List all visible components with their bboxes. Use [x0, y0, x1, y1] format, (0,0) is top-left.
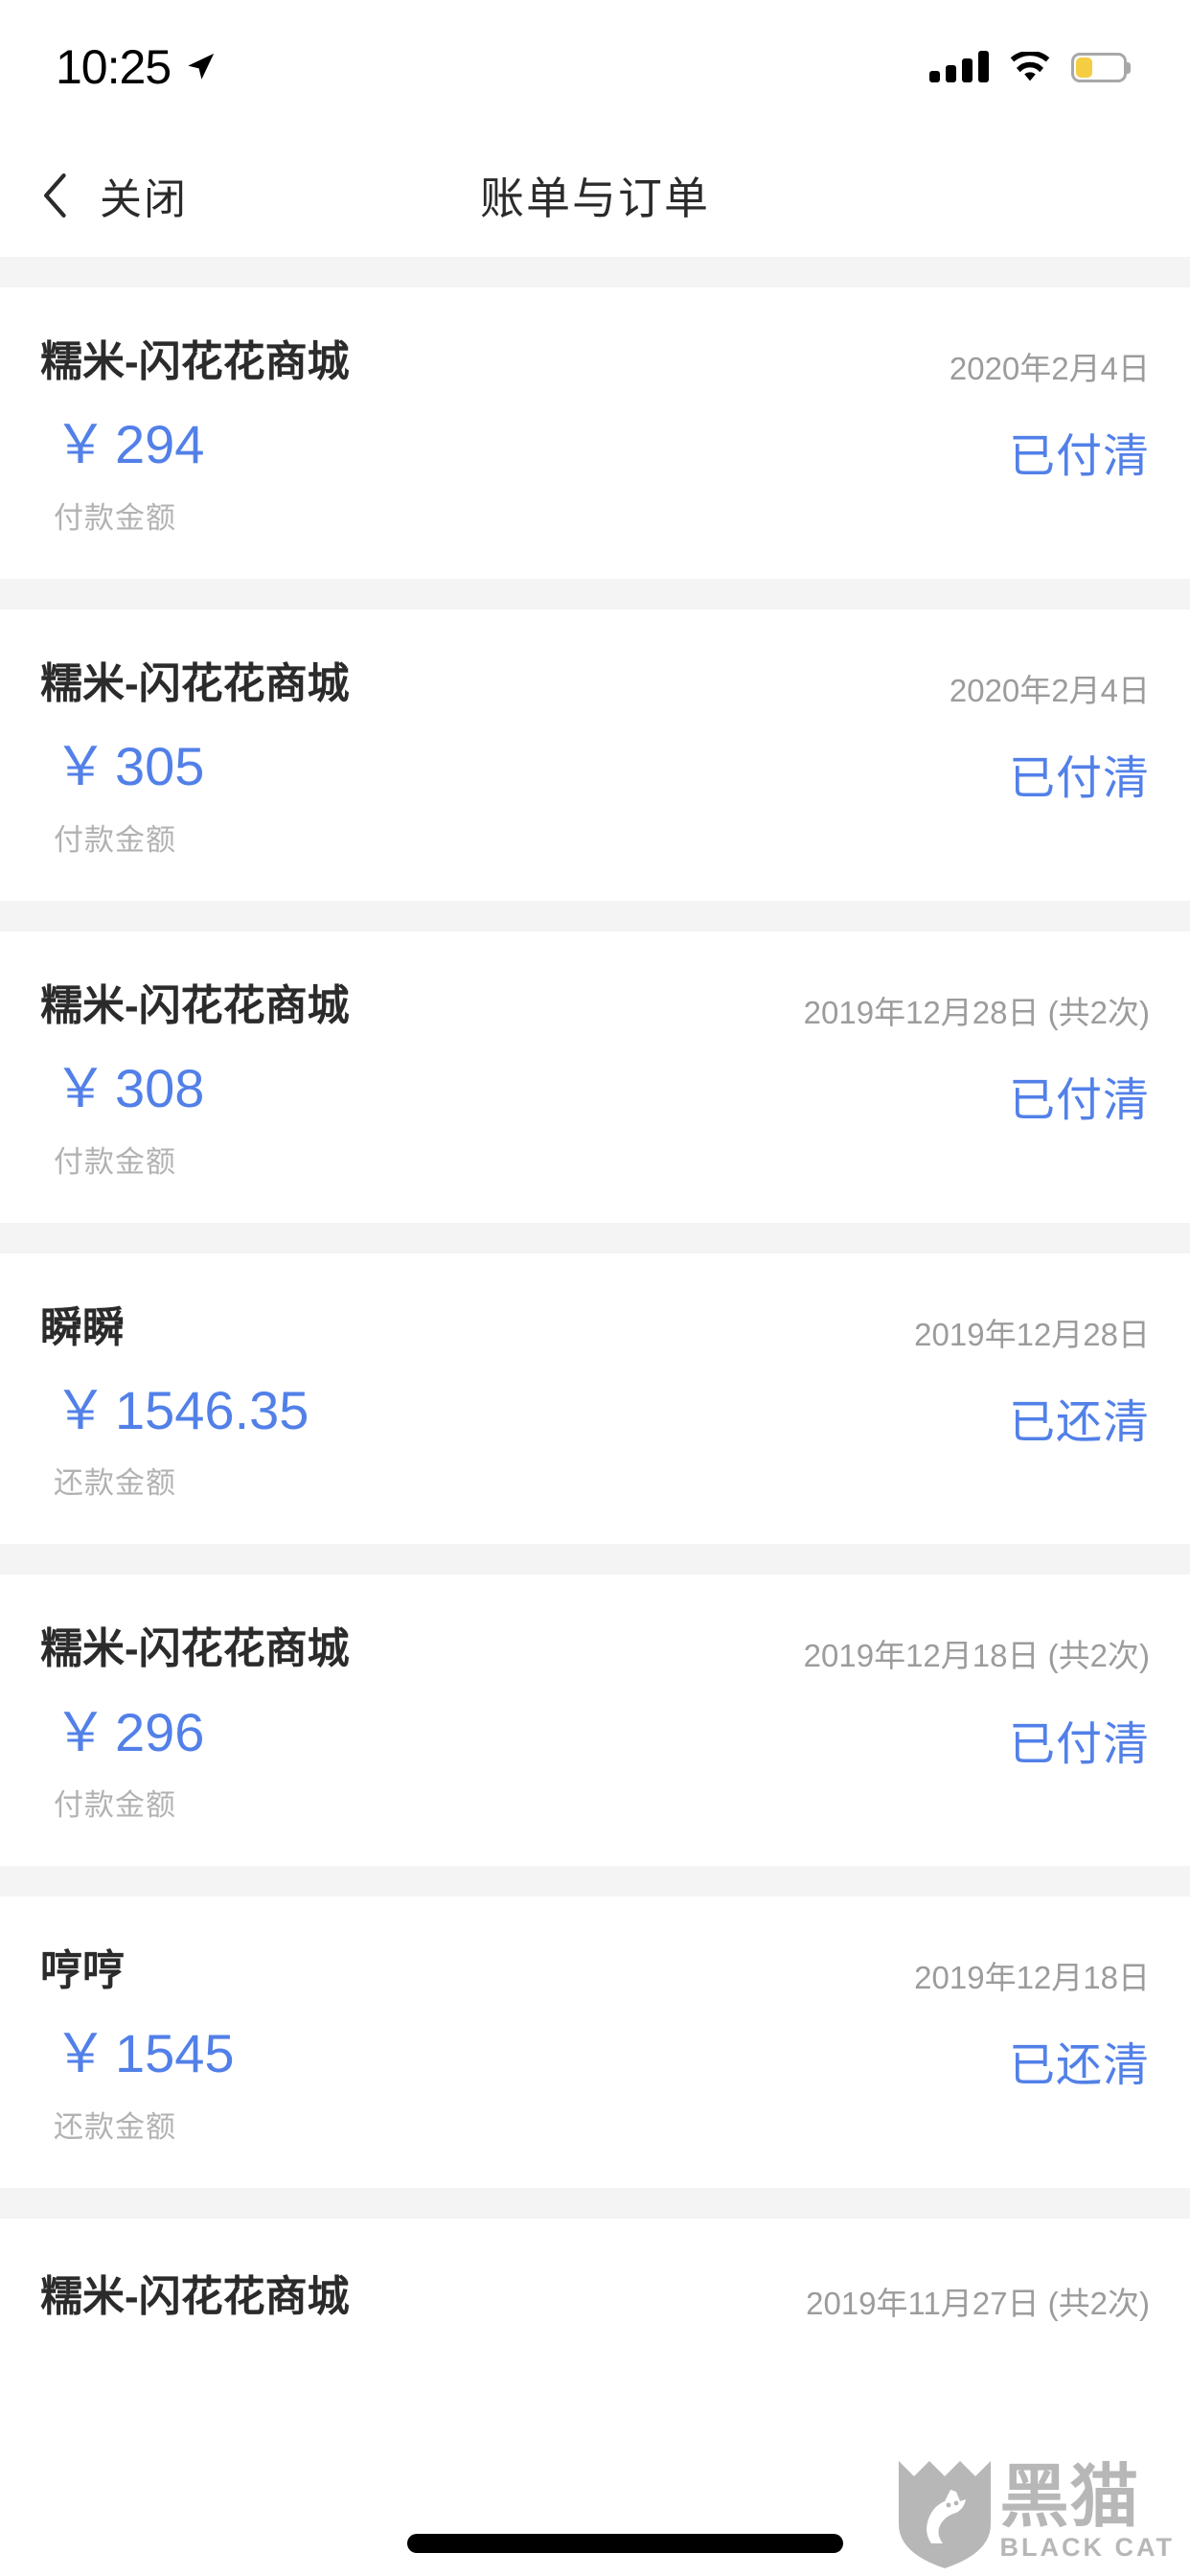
merchant-name: 瞬瞬 — [40, 1303, 125, 1351]
merchant-name: 糯米-闪花花商城 — [40, 659, 350, 707]
bill-amount-row: ￥ 1546.35 还款金额 已还清 — [40, 1379, 1150, 1503]
merchant-name: 糯米-闪花花商城 — [40, 981, 350, 1029]
list-separator — [0, 1544, 1190, 1576]
list-separator — [0, 1222, 1190, 1254]
bill-date: 2020年2月4日 — [949, 351, 1150, 386]
location-arrow-icon — [188, 53, 215, 80]
bill-header-row: 糯米-闪花花商城 2020年2月4日 — [40, 659, 1150, 710]
bill-amount: ￥ 308 — [54, 1059, 204, 1118]
currency-symbol: ￥ — [54, 1701, 107, 1762]
back-button[interactable]: 关闭 — [0, 134, 188, 257]
wifi-icon — [1010, 52, 1050, 81]
amount-value: 296 — [115, 1701, 205, 1762]
bill-amount-row: ￥ 294 付款金额 已付清 — [40, 415, 1150, 537]
bill-amount-row: ￥ 305 付款金额 已付清 — [40, 737, 1150, 859]
status-bar: 10:25 — [0, 0, 1190, 134]
amount-label: 还款金额 — [54, 1466, 176, 1501]
status-badge: 已付清 — [1008, 431, 1150, 483]
list-separator — [0, 257, 1190, 288]
amount-value: 305 — [115, 736, 205, 797]
bill-amount-row: ￥ 296 付款金额 已付清 — [40, 1701, 1150, 1825]
bill-header-row: 糯米-闪花花商城 2019年12月28日 (共2次) — [40, 981, 1150, 1032]
bill-amount: ￥ 294 — [54, 415, 204, 474]
bill-list-item-partial[interactable]: 糯米-闪花花商城 2019年11月27日 (共2次) — [0, 2219, 1190, 2361]
amount-column: ￥ 296 付款金额 — [40, 1701, 205, 1825]
bill-header-row: 瞬瞬 2019年12月28日 — [40, 1303, 1150, 1354]
amount-column: ￥ 1545 还款金额 — [40, 2024, 235, 2146]
merchant-name: 糯米-闪花花商城 — [40, 338, 350, 385]
list-separator — [0, 1866, 1190, 1898]
status-bar-left: 10:25 — [56, 43, 217, 91]
bill-date: 2019年12月28日 — [914, 1316, 1150, 1352]
amount-column: ￥ 308 付款金额 — [40, 1059, 204, 1181]
bill-list-item[interactable]: 糯米-闪花花商城 2020年2月4日 ￥ 294 付款金额 已付清 — [0, 288, 1190, 579]
black-cat-shield-icon — [898, 2461, 991, 2568]
status-badge: 已付清 — [1008, 1074, 1150, 1126]
bill-list-item[interactable]: 瞬瞬 2019年12月28日 ￥ 1546.35 还款金额 已还清 — [0, 1253, 1190, 1545]
amount-value: 294 — [115, 414, 205, 475]
amount-value: 1546.35 — [115, 1379, 309, 1440]
bill-list-item[interactable]: 糯米-闪花花商城 2020年2月4日 ￥ 305 付款金额 已付清 — [0, 609, 1190, 901]
cellular-signal-icon — [929, 51, 989, 82]
status-badge: 已还清 — [1008, 2040, 1150, 2092]
amount-label: 付款金额 — [54, 1144, 176, 1179]
status-badge: 已付清 — [1008, 1718, 1150, 1770]
close-label: 关闭 — [100, 176, 188, 223]
bill-header-row: 糯米-闪花花商城 2019年11月27日 (共2次) — [40, 2273, 1150, 2323]
bill-list-item[interactable]: 糯米-闪花花商城 2019年12月28日 (共2次) ￥ 308 付款金额 已付清 — [0, 931, 1190, 1223]
redaction-bar — [407, 2534, 843, 2553]
amount-column: ￥ 1546.35 还款金额 — [40, 1379, 309, 1503]
bill-date: 2019年12月28日 (共2次) — [803, 994, 1150, 1030]
black-cat-watermark: 黑猫 BLACK CAT — [895, 2457, 1175, 2570]
watermark-english: BLACK CAT — [999, 2532, 1175, 2562]
currency-symbol: ￥ — [54, 1379, 107, 1440]
phone-screen: 10:25 关闭 账单与订单 糯米-闪花花商城 2020年2月4日 ￥ 294 … — [0, 0, 1190, 2576]
list-separator — [0, 900, 1190, 932]
amount-label: 付款金额 — [54, 500, 176, 535]
bill-amount-row: ￥ 308 付款金额 已付清 — [40, 1059, 1150, 1181]
watermark-text: 黑猫 BLACK CAT — [999, 2459, 1175, 2562]
bill-date: 2019年12月18日 (共2次) — [803, 1638, 1150, 1674]
bill-list: 糯米-闪花花商城 2020年2月4日 ￥ 294 付款金额 已付清 糯米-闪花花商… — [0, 257, 1190, 2361]
amount-label: 付款金额 — [54, 822, 176, 857]
bill-header-row: 糯米-闪花花商城 2020年2月4日 — [40, 338, 1150, 388]
bill-list-item[interactable]: 糯米-闪花花商城 2019年12月18日 (共2次) ￥ 296 付款金额 已付清 — [0, 1575, 1190, 1867]
amount-label: 还款金额 — [54, 2110, 176, 2145]
bill-amount: ￥ 305 — [54, 737, 204, 796]
currency-symbol: ￥ — [54, 2023, 107, 2084]
merchant-name: 糯米-闪花花商城 — [40, 1625, 350, 1673]
amount-column: ￥ 294 付款金额 — [40, 415, 204, 537]
battery-low-power-icon — [1071, 52, 1131, 82]
merchant-name: 哼哼 — [40, 1947, 125, 1995]
bill-date: 2019年12月18日 — [914, 1960, 1150, 1996]
navigation-bar: 关闭 账单与订单 — [0, 134, 1190, 257]
amount-value: 1545 — [115, 2023, 235, 2084]
currency-symbol: ￥ — [54, 414, 107, 475]
bill-amount: ￥ 1545 — [54, 2024, 235, 2083]
chevron-left-icon — [44, 173, 66, 218]
currency-symbol: ￥ — [54, 1057, 107, 1118]
status-bar-clock: 10:25 — [56, 40, 172, 94]
status-bar-right — [929, 51, 1131, 82]
merchant-name: 糯米-闪花花商城 — [40, 2273, 350, 2321]
bill-header-row: 哼哼 2019年12月18日 — [40, 1947, 1150, 1997]
bill-amount: ￥ 1546.35 — [54, 1379, 309, 1440]
list-separator — [0, 578, 1190, 610]
status-badge: 已付清 — [1008, 753, 1150, 805]
amount-label: 付款金额 — [54, 1788, 176, 1823]
bill-amount: ￥ 296 — [54, 1701, 205, 1762]
bill-amount-row: ￥ 1545 还款金额 已还清 — [40, 2024, 1150, 2146]
bill-header-row: 糯米-闪花花商城 2019年12月18日 (共2次) — [40, 1625, 1150, 1675]
currency-symbol: ￥ — [54, 736, 107, 797]
bill-date: 2020年2月4日 — [949, 672, 1150, 708]
watermark-chinese: 黑猫 — [999, 2459, 1140, 2537]
amount-value: 308 — [115, 1057, 205, 1118]
amount-column: ￥ 305 付款金额 — [40, 737, 204, 859]
bill-list-item[interactable]: 哼哼 2019年12月18日 ￥ 1545 还款金额 已还清 — [0, 1897, 1190, 2189]
list-separator — [0, 2188, 1190, 2220]
bill-date: 2019年11月27日 (共2次) — [806, 2286, 1150, 2322]
status-badge: 已还清 — [1008, 1396, 1150, 1448]
